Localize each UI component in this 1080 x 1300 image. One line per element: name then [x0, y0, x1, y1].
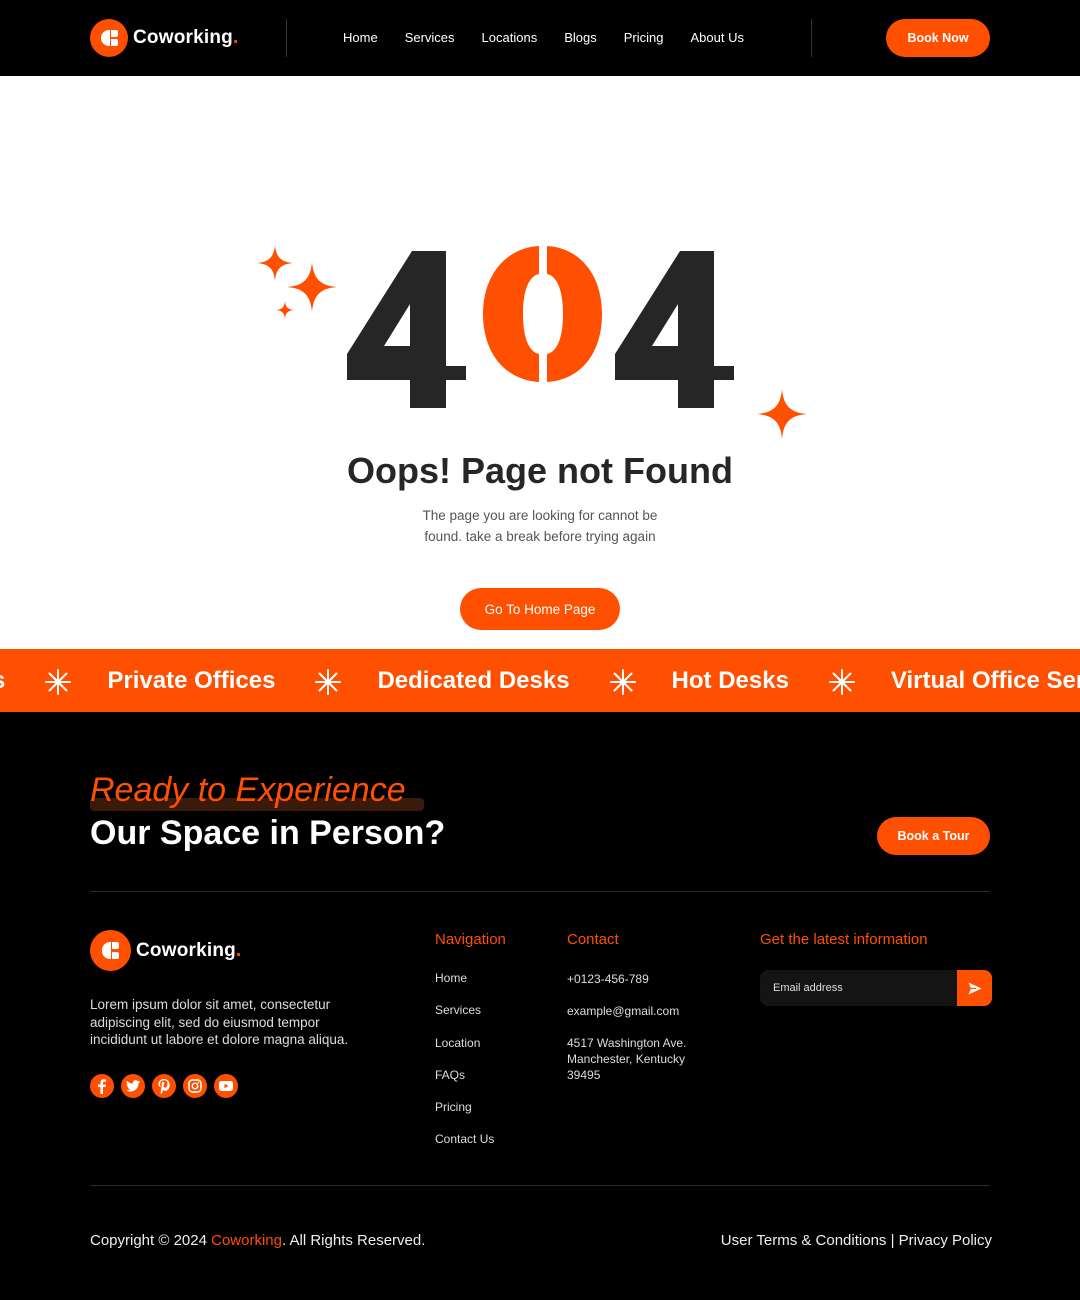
footer-nav-contact-us[interactable]: Contact Us — [435, 1132, 494, 1164]
asterisk-icon — [315, 668, 342, 695]
nav-about-us[interactable]: About Us — [690, 30, 743, 45]
digit-4-right — [615, 251, 734, 408]
marquee-item: Virtual Office Servi — [890, 666, 1080, 694]
cta-section: Ready to Experience Our Space in Person?… — [0, 712, 1080, 892]
sparkle-icon — [287, 262, 337, 312]
copyright-brand-link[interactable]: Coworking — [211, 1232, 282, 1249]
footer-nav-faqs[interactable]: FAQs — [435, 1068, 494, 1100]
marquee-item: Dedicated Desks — [377, 666, 570, 694]
footer-nav-home[interactable]: Home — [435, 971, 494, 1003]
digit-0 — [483, 246, 602, 382]
site-footer: Coworking. Lorem ipsum dolor sit amet, c… — [0, 892, 1080, 1300]
brand-logo[interactable]: Coworking. — [90, 19, 238, 57]
go-home-button[interactable]: Go To Home Page — [460, 588, 620, 630]
contact-phone[interactable]: +0123-456-789 — [567, 971, 707, 987]
page-title: Oops! Page not Found — [347, 450, 733, 491]
twitter-icon[interactable] — [121, 1074, 145, 1098]
sparkle-icon — [276, 301, 294, 319]
error-code-404 — [347, 246, 734, 408]
footer-nav-services[interactable]: Services — [435, 1003, 494, 1035]
footer-logo[interactable]: Coworking. — [90, 930, 241, 971]
cta-heading-accent: Ready to Experience — [90, 771, 406, 809]
contact-email[interactable]: example@gmail.com — [567, 1003, 707, 1019]
asterisk-icon — [609, 668, 636, 695]
brand-name: Coworking — [133, 27, 233, 48]
brand-name: Coworking — [136, 939, 236, 961]
footer-nav-pricing[interactable]: Pricing — [435, 1100, 494, 1132]
navigation-heading: Navigation — [435, 931, 506, 948]
footer-nav-location[interactable]: Location — [435, 1036, 494, 1068]
divider — [286, 19, 287, 57]
send-icon — [968, 982, 981, 994]
cta-heading: Our Space in Person? — [90, 814, 446, 852]
sparkle-icon — [757, 389, 807, 439]
legal-links[interactable]: User Terms & Conditions | Privacy Policy — [721, 1232, 992, 1249]
instagram-icon[interactable] — [183, 1074, 207, 1098]
divider — [811, 19, 812, 57]
footer-navigation: Home Services Location FAQs Pricing Cont… — [435, 971, 494, 1165]
subscribe-button[interactable] — [957, 970, 992, 1006]
email-input[interactable] — [760, 970, 957, 1006]
not-found-hero: Oops! Page not Found The page you are lo… — [0, 76, 1080, 649]
digit-4-left — [347, 251, 466, 408]
marquee-item: Hot Desks — [671, 666, 789, 694]
logo-icon — [90, 930, 131, 971]
contact-heading: Contact — [567, 931, 619, 948]
facebook-icon[interactable] — [90, 1074, 114, 1098]
divider — [90, 1185, 990, 1186]
newsletter-form — [760, 970, 992, 1006]
pinterest-icon[interactable] — [152, 1074, 176, 1098]
nav-blogs[interactable]: Blogs — [564, 30, 597, 45]
main-nav: Home Services Locations Blogs Pricing Ab… — [343, 30, 771, 45]
site-header: Coworking. Home Services Locations Blogs… — [0, 0, 1080, 76]
book-tour-button[interactable]: Book a Tour — [877, 817, 990, 855]
nav-locations[interactable]: Locations — [482, 30, 538, 45]
asterisk-icon — [45, 668, 72, 695]
youtube-icon[interactable] — [214, 1074, 238, 1098]
nav-services[interactable]: Services — [405, 30, 455, 45]
contact-address: 4517 Washington Ave. Manchester, Kentuck… — [567, 1036, 687, 1082]
footer-about: Lorem ipsum dolor sit amet, consectetur … — [90, 997, 349, 1047]
footer-contact: +0123-456-789 example@gmail.com 4517 Was… — [567, 971, 707, 1099]
logo-icon — [90, 19, 128, 57]
nav-home[interactable]: Home — [343, 30, 378, 45]
book-now-button[interactable]: Book Now — [886, 19, 990, 57]
social-links — [90, 1074, 238, 1098]
page-description: The page you are looking for cannot be f… — [422, 508, 658, 544]
marquee-item: Private Offices — [107, 666, 276, 694]
services-marquee: s Private Offices Dedicated Desks Hot De… — [0, 649, 1080, 712]
copyright: Copyright © 2024 Coworking. All Rights R… — [90, 1232, 426, 1249]
marquee-item: s — [0, 667, 5, 695]
newsletter-heading: Get the latest information — [760, 931, 928, 948]
nav-pricing[interactable]: Pricing — [624, 30, 664, 45]
asterisk-icon — [828, 668, 855, 695]
